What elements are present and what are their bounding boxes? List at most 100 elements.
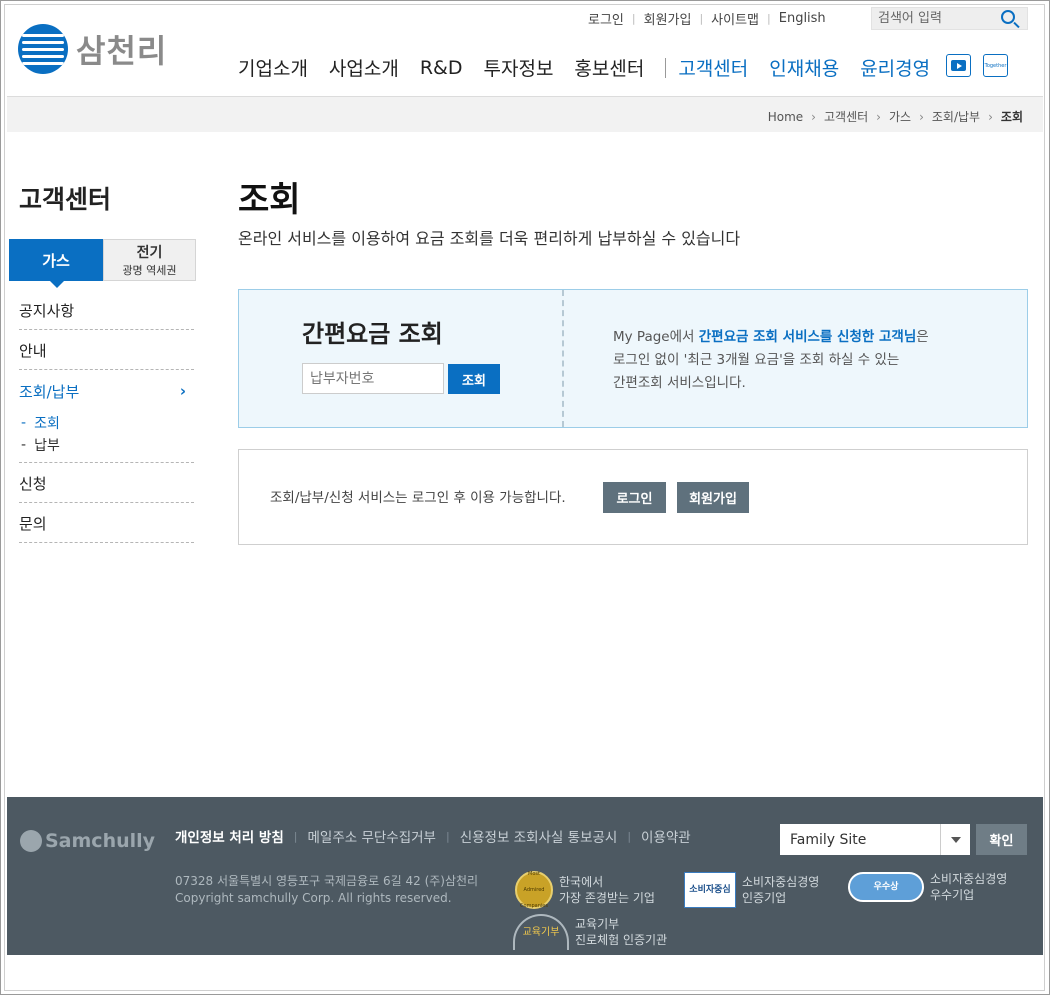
sitemap-link[interactable]: 사이트맵 (711, 9, 759, 28)
quick-inquiry-panel: 간편요금 조회 조회 My Page에서 간편요금 조회 서비스를 신청한 고객… (238, 289, 1028, 428)
sidebar-menu: 공지사항 안내 조회/납부 › - 조회 - 납부 신청 문의 (19, 290, 194, 543)
crumb-current: 조회 (1000, 110, 1023, 124)
sidebar-item-notice[interactable]: 공지사항 (19, 290, 194, 330)
terms-link[interactable]: 이용약관 (641, 826, 691, 846)
award-text: 진로체험 인증기관 (575, 933, 668, 947)
crumb-home[interactable]: Home (768, 110, 803, 124)
sidebar-item-billing[interactable]: 조회/납부 › (19, 370, 194, 410)
quick-inquiry-info: My Page에서 간편요금 조회 서비스를 신청한 고객님은 로그인 없이 '… (613, 326, 929, 395)
badge-text: Most Admired Companies (520, 871, 548, 909)
sidebar-item-contact[interactable]: 문의 (19, 503, 194, 543)
award-text: 인증기업 (742, 891, 787, 905)
chevron-right-icon: › (811, 109, 816, 124)
info-highlight: 간편요금 조회 서비스를 신청한 고객님 (698, 329, 917, 345)
breadcrumb: Home › 고객센터 › 가스 › 조회/납부 › 조회 (768, 108, 1023, 125)
nav-company[interactable]: 기업소개 (238, 54, 308, 81)
chevron-right-icon: › (179, 382, 186, 400)
login-required-box: 조회/납부/신청 서비스는 로그인 후 이용 가능합니다. 로그인 회원가입 (238, 449, 1028, 545)
divider: | (631, 12, 636, 25)
privacy-policy-link[interactable]: 개인정보 처리 방침 (175, 826, 284, 846)
samchully-logo[interactable]: 삼천리 (18, 24, 167, 74)
page-description: 온라인 서비스를 이용하여 요금 조회를 더욱 편리하게 납부하실 수 있습니다 (238, 229, 741, 248)
sidebar-subitem-payment[interactable]: - 납부 (21, 434, 194, 456)
chevron-right-icon: › (988, 109, 993, 124)
subitem-label: 조회 (34, 416, 60, 432)
together-label: Together (984, 62, 1007, 69)
divider: | (699, 12, 704, 25)
ccm-award-icon: 우수상 (848, 872, 924, 902)
logo-globe-icon (18, 24, 68, 74)
divider: | (445, 829, 450, 843)
tab-electric[interactable]: 전기 광명 역세권 (103, 239, 196, 281)
crumb-billing[interactable]: 조회/납부 (932, 108, 980, 125)
signup-link[interactable]: 회원가입 (644, 9, 692, 28)
search-icon[interactable] (1001, 10, 1015, 24)
page-title: 조회 (238, 180, 301, 220)
search-box (871, 7, 1028, 30)
credit-info-link[interactable]: 신용정보 조회사실 통보공시 (460, 826, 618, 846)
award-ccm-certified: 소비자중심 소비자중심경영 인증기업 (684, 872, 819, 908)
tab-gas[interactable]: 가스 (9, 239, 103, 288)
family-site-confirm-button[interactable]: 확인 (976, 824, 1027, 855)
award-most-admired: Most Admired Companies 한국에서가장 존경받는 기업 (515, 871, 655, 909)
youtube-icon[interactable] (946, 54, 971, 77)
award-education: 교육기부 교육기부진로체험 인증기관 (513, 914, 667, 950)
footer-logo-icon (20, 830, 42, 852)
award-text: 가장 존경받는 기업 (559, 891, 655, 905)
english-link[interactable]: English (779, 11, 826, 26)
sidebar-subitem-inquiry[interactable]: - 조회 (21, 412, 194, 434)
chevron-down-icon (940, 824, 970, 855)
sidebar-item-guide[interactable]: 안내 (19, 330, 194, 370)
login-button[interactable]: 로그인 (603, 482, 666, 513)
family-site-value: Family Site (790, 831, 867, 848)
logo-text: 삼천리 (76, 32, 168, 70)
breadcrumb-bar: Home › 고객센터 › 가스 › 조회/납부 › 조회 (7, 96, 1043, 132)
nav-pr[interactable]: 홍보센터 (574, 54, 644, 81)
sidebar-item-label: 문의 (19, 515, 47, 533)
gold-medal-icon: Most Admired Companies (515, 871, 553, 909)
dash-glyph: - (21, 437, 27, 453)
badge-text: 우수상 (873, 882, 899, 892)
search-input[interactable] (872, 11, 992, 26)
nav-business[interactable]: 사업소개 (329, 54, 399, 81)
award-text: 한국에서 (559, 875, 604, 889)
footer-logo-text: Samchully (45, 830, 156, 852)
chevron-right-icon: › (919, 109, 924, 124)
nav-customer[interactable]: 고객센터 (678, 54, 748, 81)
subitem-label: 납부 (34, 438, 60, 454)
copyright-text: Copyright samchully Corp. All rights res… (175, 891, 452, 905)
footer-logo[interactable]: Samchully (20, 830, 155, 852)
divider: | (293, 829, 298, 843)
panel-divider (562, 290, 564, 427)
sidebar-item-label: 안내 (19, 342, 47, 360)
quick-inquiry-button[interactable]: 조회 (448, 364, 500, 394)
badge-text: 소비자중심 (689, 885, 731, 895)
award-text: 교육기부 (575, 917, 620, 931)
payer-number-input[interactable] (302, 363, 444, 394)
badge-text: 교육기부 (522, 927, 560, 938)
login-required-message: 조회/납부/신청 서비스는 로그인 후 이용 가능합니다. (270, 490, 566, 506)
sidebar-title: 고객센터 (19, 185, 112, 214)
signup-button[interactable]: 회원가입 (677, 482, 749, 513)
family-site-select[interactable]: Family Site (780, 824, 970, 855)
nav-recruit[interactable]: 인재채용 (769, 54, 839, 81)
nav-rnd[interactable]: R&D (420, 57, 463, 79)
nav-divider (665, 57, 667, 78)
utility-links: 로그인 | 회원가입 | 사이트맵 | English (588, 9, 826, 28)
together-icon[interactable]: Together (983, 54, 1008, 77)
ccm-certification-icon: 소비자중심 (684, 872, 736, 908)
sidebar-item-label: 신청 (19, 475, 47, 493)
email-refusal-link[interactable]: 메일주소 무단수집거부 (307, 826, 436, 846)
nav-investor[interactable]: 투자정보 (484, 54, 554, 81)
footer: Samchully 개인정보 처리 방침 | 메일주소 무단수집거부 | 신용정… (7, 797, 1043, 955)
login-link[interactable]: 로그인 (588, 9, 624, 28)
main-navigation: 기업소개 사업소개 R&D 투자정보 홍보센터 고객센터 인재채용 윤리경영 (238, 54, 951, 81)
crumb-customer[interactable]: 고객센터 (824, 108, 868, 125)
info-line-2: 로그인 없이 '최근 3개월 요금'을 조회 하실 수 있는 (613, 352, 900, 368)
tab-electric-label: 전기 (136, 245, 163, 261)
dash-glyph: - (21, 415, 27, 431)
crumb-gas[interactable]: 가스 (889, 108, 911, 125)
nav-ethics[interactable]: 윤리경영 (860, 54, 930, 81)
award-text: 우수기업 (930, 888, 975, 902)
sidebar-item-apply[interactable]: 신청 (19, 463, 194, 503)
